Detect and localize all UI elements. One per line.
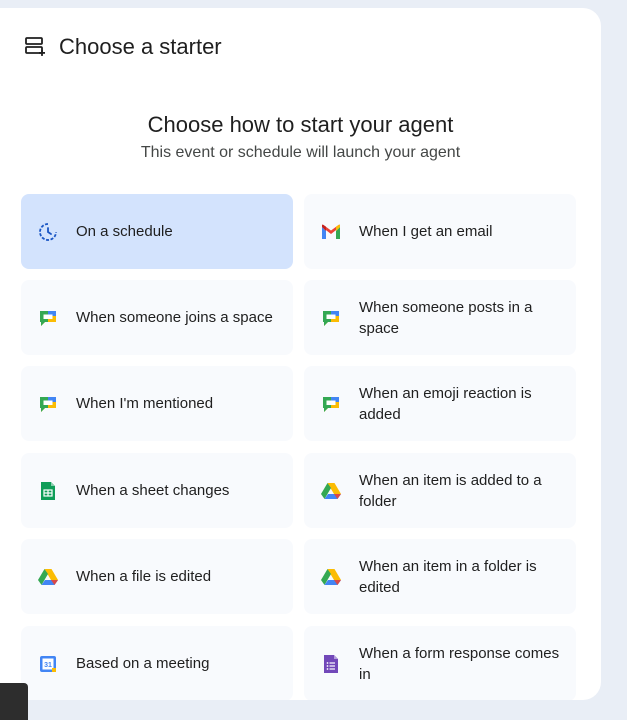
svg-text:31: 31 — [44, 662, 52, 669]
starter-when-i-get-an-email[interactable]: When I get an email — [304, 194, 576, 269]
google-chat-icon — [37, 393, 59, 415]
add-list-icon — [22, 34, 48, 60]
google-forms-icon — [320, 653, 342, 675]
starter-label: Based on a meeting — [76, 655, 210, 672]
google-drive-icon — [37, 566, 59, 588]
google-calendar-icon: 31 — [37, 653, 59, 675]
gmail-icon — [320, 221, 342, 243]
starter-when-a-sheet-changes[interactable]: When a sheet changes — [21, 453, 293, 528]
starter-when-a-form-response-comes-in[interactable]: When a form response comes in — [304, 626, 576, 700]
floating-dock-tab[interactable] — [0, 683, 28, 720]
schedule-icon — [37, 221, 59, 243]
google-chat-icon — [320, 307, 342, 329]
google-sheets-icon — [37, 480, 59, 502]
starter-when-an-emoji-reaction-is-added[interactable]: When an emoji reaction is added — [304, 366, 576, 441]
starter-label: When someone posts in a space — [359, 298, 533, 337]
starter-based-on-a-meeting[interactable]: 31 Based on a meeting — [21, 626, 293, 700]
starter-on-a-schedule[interactable]: On a schedule — [21, 194, 293, 269]
panel-title: Choose a starter — [59, 34, 222, 59]
page-title: Choose how to start your agent — [147, 112, 454, 137]
starter-when-im-mentioned[interactable]: When I'm mentioned — [21, 366, 293, 441]
starter-label: When I'm mentioned — [76, 395, 214, 412]
starter-label: When an item is added to a folder — [359, 471, 542, 510]
starter-when-someone-joins-a-space[interactable]: When someone joins a space — [21, 280, 293, 355]
google-drive-icon — [320, 480, 342, 502]
starter-label: When an emoji reaction is added — [359, 384, 532, 423]
page-subtitle: This event or schedule will launch your … — [140, 144, 461, 161]
google-drive-icon — [320, 566, 342, 588]
starter-when-an-item-in-a-folder-is-edited[interactable]: When an item in a folder is edited — [304, 539, 576, 614]
starter-label: When an item in a folder is edited — [359, 557, 537, 596]
starter-when-someone-posts-in-a-space[interactable]: When someone posts in a space — [304, 280, 576, 355]
starter-panel: Choose a starter Choose how to start you… — [0, 8, 601, 700]
starter-label: When a sheet changes — [76, 482, 230, 499]
starter-label: When someone joins a space — [76, 309, 273, 326]
starter-label: On a schedule — [76, 223, 173, 240]
starter-when-a-file-is-edited[interactable]: When a file is edited — [21, 539, 293, 614]
starter-label: When a form response comes in — [359, 644, 560, 683]
panel-header: Choose a starter — [22, 34, 222, 60]
starter-label: When I get an email — [359, 223, 493, 240]
google-chat-icon — [37, 307, 59, 329]
starter-label: When a file is edited — [76, 568, 212, 585]
google-chat-icon — [320, 393, 342, 415]
starter-when-an-item-is-added-to-a-folder[interactable]: When an item is added to a folder — [304, 453, 576, 528]
